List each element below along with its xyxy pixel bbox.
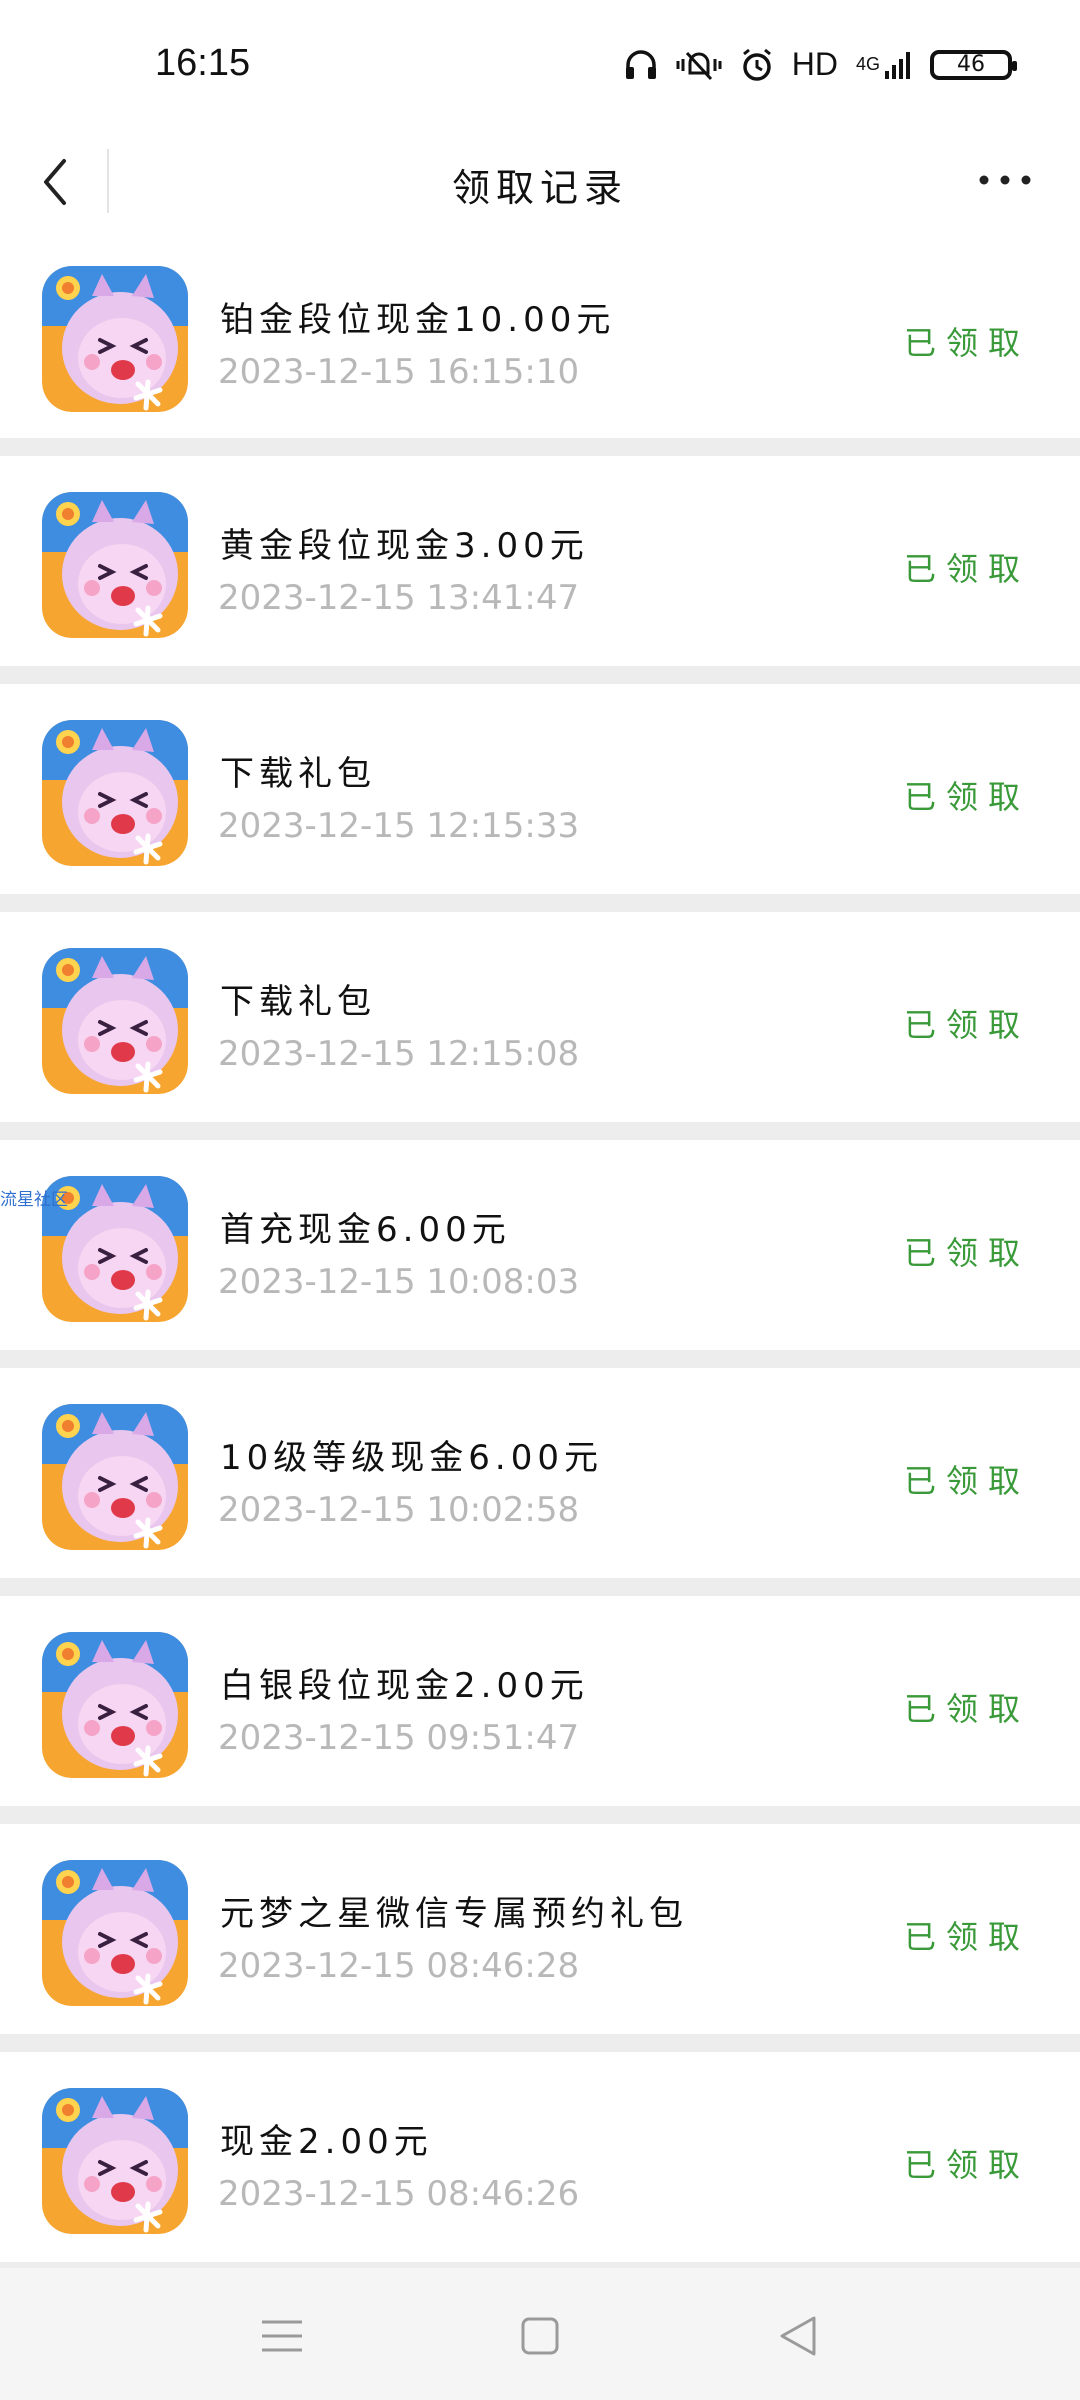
- record-time: 2023-12-15 12:15:08: [218, 1034, 580, 1074]
- record-status: 已领取: [903, 1918, 1030, 1956]
- record-item[interactable]: 黄金段位现金3.00元 2023-12-15 13:41:47 已领取: [0, 456, 1080, 666]
- record-status: 已领取: [903, 2146, 1030, 2184]
- home-icon[interactable]: [512, 2308, 568, 2364]
- more-icon[interactable]: [970, 155, 1040, 205]
- record-item[interactable]: 下载礼包 2023-12-15 12:15:08 已领取: [0, 912, 1080, 1122]
- record-item[interactable]: 10级等级现金6.00元 2023-12-15 10:02:58 已领取: [0, 1368, 1080, 1578]
- nav-bar: 领取记录: [0, 135, 1080, 230]
- app-icon: [42, 2088, 188, 2234]
- alarm-icon: [742, 48, 771, 81]
- record-time: 2023-12-15 08:46:26: [218, 2174, 580, 2214]
- app-icon: [42, 1860, 188, 2006]
- record-title: 现金2.00元: [220, 2122, 433, 2162]
- headphones-icon: [625, 49, 656, 79]
- record-time: 2023-12-15 13:41:47: [218, 578, 580, 618]
- record-status: 已领取: [903, 1006, 1030, 1044]
- battery-icon: 46: [930, 49, 1017, 80]
- record-status: 已领取: [903, 1234, 1030, 1272]
- system-nav-bar: [0, 2268, 1080, 2400]
- record-time: 2023-12-15 08:46:28: [218, 1946, 580, 1986]
- status-icons: HD 4G 46: [624, 46, 1017, 83]
- battery-level: 46: [957, 52, 985, 77]
- mute-bell-icon: [676, 51, 722, 80]
- record-title: 白银段位现金2.00元: [220, 1666, 589, 1706]
- record-title: 黄金段位现金3.00元: [220, 526, 589, 566]
- record-status: 已领取: [903, 324, 1030, 362]
- app-icon: [42, 1632, 188, 1778]
- app-icon: [42, 720, 188, 866]
- record-title: 下载礼包: [220, 982, 376, 1022]
- record-time: 2023-12-15 10:02:58: [218, 1490, 580, 1530]
- app-icon: [42, 948, 188, 1094]
- menu-icon[interactable]: [254, 2308, 310, 2364]
- record-time: 2023-12-15 16:15:10: [218, 352, 580, 392]
- record-title: 铂金段位现金10.00元: [220, 300, 616, 340]
- watermark: 流星社区: [0, 1190, 68, 1210]
- record-list: 铂金段位现金10.00元 2023-12-15 16:15:10 已领取 黄金段…: [0, 230, 1080, 2280]
- record-time: 2023-12-15 12:15:33: [218, 806, 580, 846]
- network-type-label: 4G: [855, 54, 880, 74]
- record-status: 已领取: [903, 778, 1030, 816]
- back-icon[interactable]: [770, 2308, 826, 2364]
- status-time: 16:15: [155, 42, 251, 84]
- record-time: 2023-12-15 10:08:03: [218, 1262, 580, 1302]
- record-item[interactable]: 现金2.00元 2023-12-15 08:46:26 已领取: [0, 2052, 1080, 2262]
- record-title: 10级等级现金6.00元: [220, 1438, 603, 1478]
- status-bar: 16:15 HD 4G 46: [0, 0, 1080, 135]
- app-icon: [42, 266, 188, 412]
- record-title: 首充现金6.00元: [220, 1210, 511, 1250]
- record-item[interactable]: 下载礼包 2023-12-15 12:15:33 已领取: [0, 684, 1080, 894]
- app-icon: [42, 492, 188, 638]
- record-time: 2023-12-15 09:51:47: [218, 1718, 580, 1758]
- record-title: 下载礼包: [220, 754, 376, 794]
- record-status: 已领取: [903, 550, 1030, 588]
- record-item[interactable]: 铂金段位现金10.00元 2023-12-15 16:15:10 已领取: [0, 230, 1080, 438]
- record-status: 已领取: [903, 1690, 1030, 1728]
- record-status: 已领取: [903, 1462, 1030, 1500]
- record-title: 元梦之星微信专属预约礼包: [220, 1894, 688, 1934]
- signal-icon: [885, 51, 910, 79]
- record-item[interactable]: 元梦之星微信专属预约礼包 2023-12-15 08:46:28 已领取: [0, 1824, 1080, 2034]
- record-item[interactable]: 白银段位现金2.00元 2023-12-15 09:51:47 已领取: [0, 1596, 1080, 1806]
- app-icon: [42, 1404, 188, 1550]
- hd-label: HD: [791, 46, 838, 82]
- record-item[interactable]: 首充现金6.00元 2023-12-15 10:08:03 已领取: [0, 1140, 1080, 1350]
- page-title: 领取记录: [451, 166, 628, 210]
